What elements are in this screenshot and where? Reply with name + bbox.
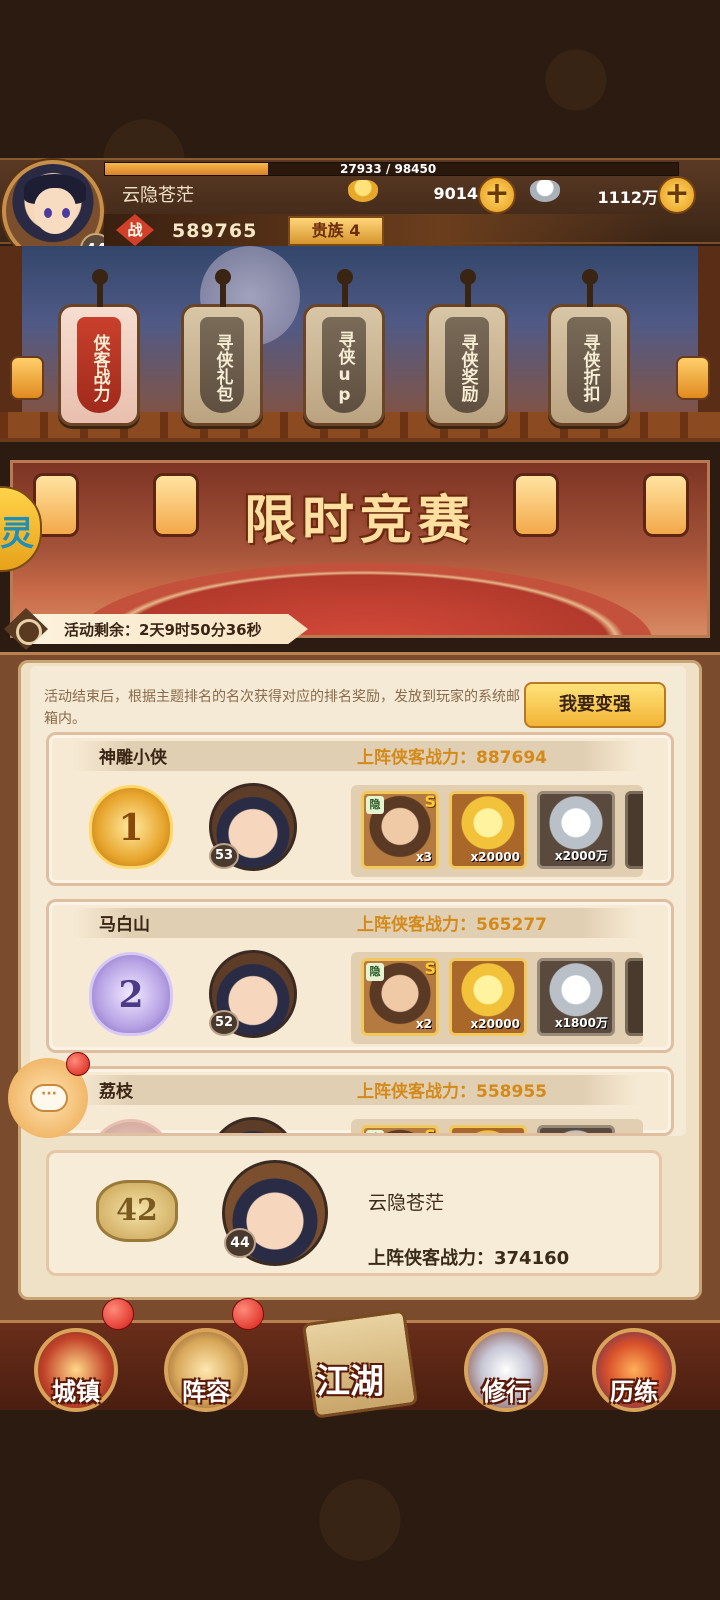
nav-label: 阵容 <box>182 1377 230 1406</box>
rank-hero-level: 53 <box>209 843 239 869</box>
reward-qty: x20000 <box>470 1017 521 1031</box>
tab-hero-power[interactable]: 侠客战力 <box>58 269 140 426</box>
reward-qty: x20000 <box>470 850 521 864</box>
silver-ingot-icon <box>530 180 560 202</box>
reward-qty: x2000万 <box>554 849 608 863</box>
chat-bubble-icon: ··· <box>30 1084 68 1112</box>
reward-list[interactable]: 隐 S x2 x20000 x1800万 <box>351 952 643 1044</box>
nav-town-badge <box>102 1298 134 1330</box>
nav-lineup-badge <box>232 1298 264 1330</box>
rank-power: 上阵侠客战力：558955 <box>357 1082 547 1102</box>
reward-qty: x3 <box>415 850 432 864</box>
player-name: 云隐苍茫 <box>122 185 194 206</box>
nav-label: 历练 <box>610 1377 658 1406</box>
reward-tag: 隐 <box>366 1130 384 1133</box>
silver-amount: 1112万 <box>597 188 658 207</box>
rank-row-1[interactable]: 神雕小侠 上阵侠客战力：887694 1 53 隐 S x3 x20000 x2… <box>46 732 674 886</box>
rank-player-name: 荔枝 <box>99 1082 133 1102</box>
rank-power: 上阵侠客战力：565277 <box>357 915 547 935</box>
my-hero-level: 44 <box>224 1228 256 1258</box>
reward-silver[interactable]: x2000万 <box>537 791 615 869</box>
reward-list[interactable]: 隐 S x3 x20000 x2000万 <box>351 785 643 877</box>
reward-gold[interactable]: x20000 <box>449 958 527 1036</box>
rank-row-3[interactable]: 荔枝 上阵侠客战力：558955 隐 S <box>46 1066 674 1136</box>
nav-town[interactable]: 城镇 <box>26 1316 126 1416</box>
reward-qty: x2 <box>415 1017 432 1031</box>
reward-qty: x1800万 <box>554 1016 608 1030</box>
reward-star: S <box>424 959 436 978</box>
tab-label: 寻侠奖励 <box>445 317 489 413</box>
reward-more[interactable] <box>625 791 643 869</box>
reward-gold[interactable]: x20000 <box>449 791 527 869</box>
nav-label: 江湖 <box>316 1362 384 1402</box>
reward-tag: 隐 <box>366 796 384 814</box>
nav-label: 城镇 <box>52 1377 100 1406</box>
reward-star: S <box>424 1126 436 1136</box>
nav-trials[interactable]: 历练 <box>584 1316 684 1416</box>
rank-hero-level: 52 <box>209 1010 239 1036</box>
chat-notification-dot <box>66 1052 90 1076</box>
rank-player-name: 神雕小侠 <box>99 748 167 768</box>
vip-badge[interactable]: 贵族 4 <box>288 216 384 246</box>
reward-star: S <box>424 792 436 811</box>
tab-hook <box>587 277 593 307</box>
tab-label: 寻侠折扣 <box>567 317 611 413</box>
tab-label: 寻侠礼包 <box>200 317 244 413</box>
combat-power-value: 589765 <box>172 220 258 242</box>
rank-player-name: 马白山 <box>99 915 150 935</box>
tab-hero-up[interactable]: 寻侠up <box>303 269 385 426</box>
lantern-left <box>10 356 44 400</box>
reward-gold[interactable] <box>449 1125 527 1133</box>
rank-header <box>73 908 639 938</box>
add-gold-button[interactable]: + <box>478 176 516 214</box>
event-description: 活动结束后，根据主题排名的名次获得对应的排名奖励，发放到玩家的系统邮箱内。 <box>44 689 520 727</box>
lantern-right <box>676 356 710 400</box>
my-power: 上阵侠客战力：374160 <box>368 1248 570 1269</box>
nav-jianghu[interactable]: 江湖 <box>300 1309 419 1419</box>
reward-tag: 隐 <box>366 963 384 981</box>
reward-hero-shard[interactable]: 隐 S x2 <box>361 958 439 1036</box>
tab-label: 寻侠up <box>322 317 366 413</box>
my-name: 云隐苍茫 <box>368 1192 445 1214</box>
my-rank-medal: 42 <box>96 1180 178 1242</box>
rank-medal-gold: 1 <box>89 785 173 869</box>
rank-medal-purple: 2 <box>89 952 173 1036</box>
add-silver-button[interactable]: + <box>658 176 696 214</box>
avatar-eye-right <box>62 208 70 218</box>
avatar-eye-left <box>44 208 52 218</box>
tab-hook <box>342 277 348 307</box>
rank-header <box>73 1075 639 1105</box>
nav-training[interactable]: 修行 <box>456 1316 556 1416</box>
exp-fill <box>105 163 268 175</box>
tab-label: 侠客战力 <box>77 317 121 413</box>
tab-hook <box>220 277 226 307</box>
nav-lineup[interactable]: 阵容 <box>156 1316 256 1416</box>
tab-hook <box>97 277 103 307</box>
event-title: 限时竞赛 <box>243 490 476 551</box>
side-tab-glyph: 灵 <box>0 514 34 554</box>
tab-hero-pack[interactable]: 寻侠礼包 <box>181 269 263 426</box>
rank-hero-avatar[interactable] <box>209 1117 297 1133</box>
tab-hero-reward[interactable]: 寻侠奖励 <box>426 269 508 426</box>
gold-amount: 9014 <box>433 184 478 203</box>
rank-medal-copper <box>89 1119 173 1133</box>
reward-silver[interactable]: x1800万 <box>537 958 615 1036</box>
reward-more[interactable] <box>625 958 643 1036</box>
tab-hook <box>465 277 471 307</box>
reward-hero-shard[interactable]: 隐 S <box>361 1125 439 1136</box>
tab-hero-discount[interactable]: 寻侠折扣 <box>548 269 630 426</box>
event-timer: 活动剩余：2天9时50分36秒 <box>64 621 262 639</box>
get-stronger-button[interactable]: 我要变强 <box>524 682 666 728</box>
reward-silver[interactable] <box>537 1125 615 1133</box>
exp-text: 27933 / 98450 <box>340 162 437 176</box>
rank-row-2[interactable]: 马白山 上阵侠客战力：565277 2 52 隐 S x2 x20000 x18… <box>46 899 674 1053</box>
reward-hero-shard[interactable]: 隐 S x3 <box>361 791 439 869</box>
gold-ingot-icon <box>348 180 378 202</box>
rank-power: 上阵侠客战力：887694 <box>357 748 547 768</box>
nav-label: 修行 <box>482 1377 530 1406</box>
reward-list[interactable]: 隐 S <box>351 1119 643 1136</box>
